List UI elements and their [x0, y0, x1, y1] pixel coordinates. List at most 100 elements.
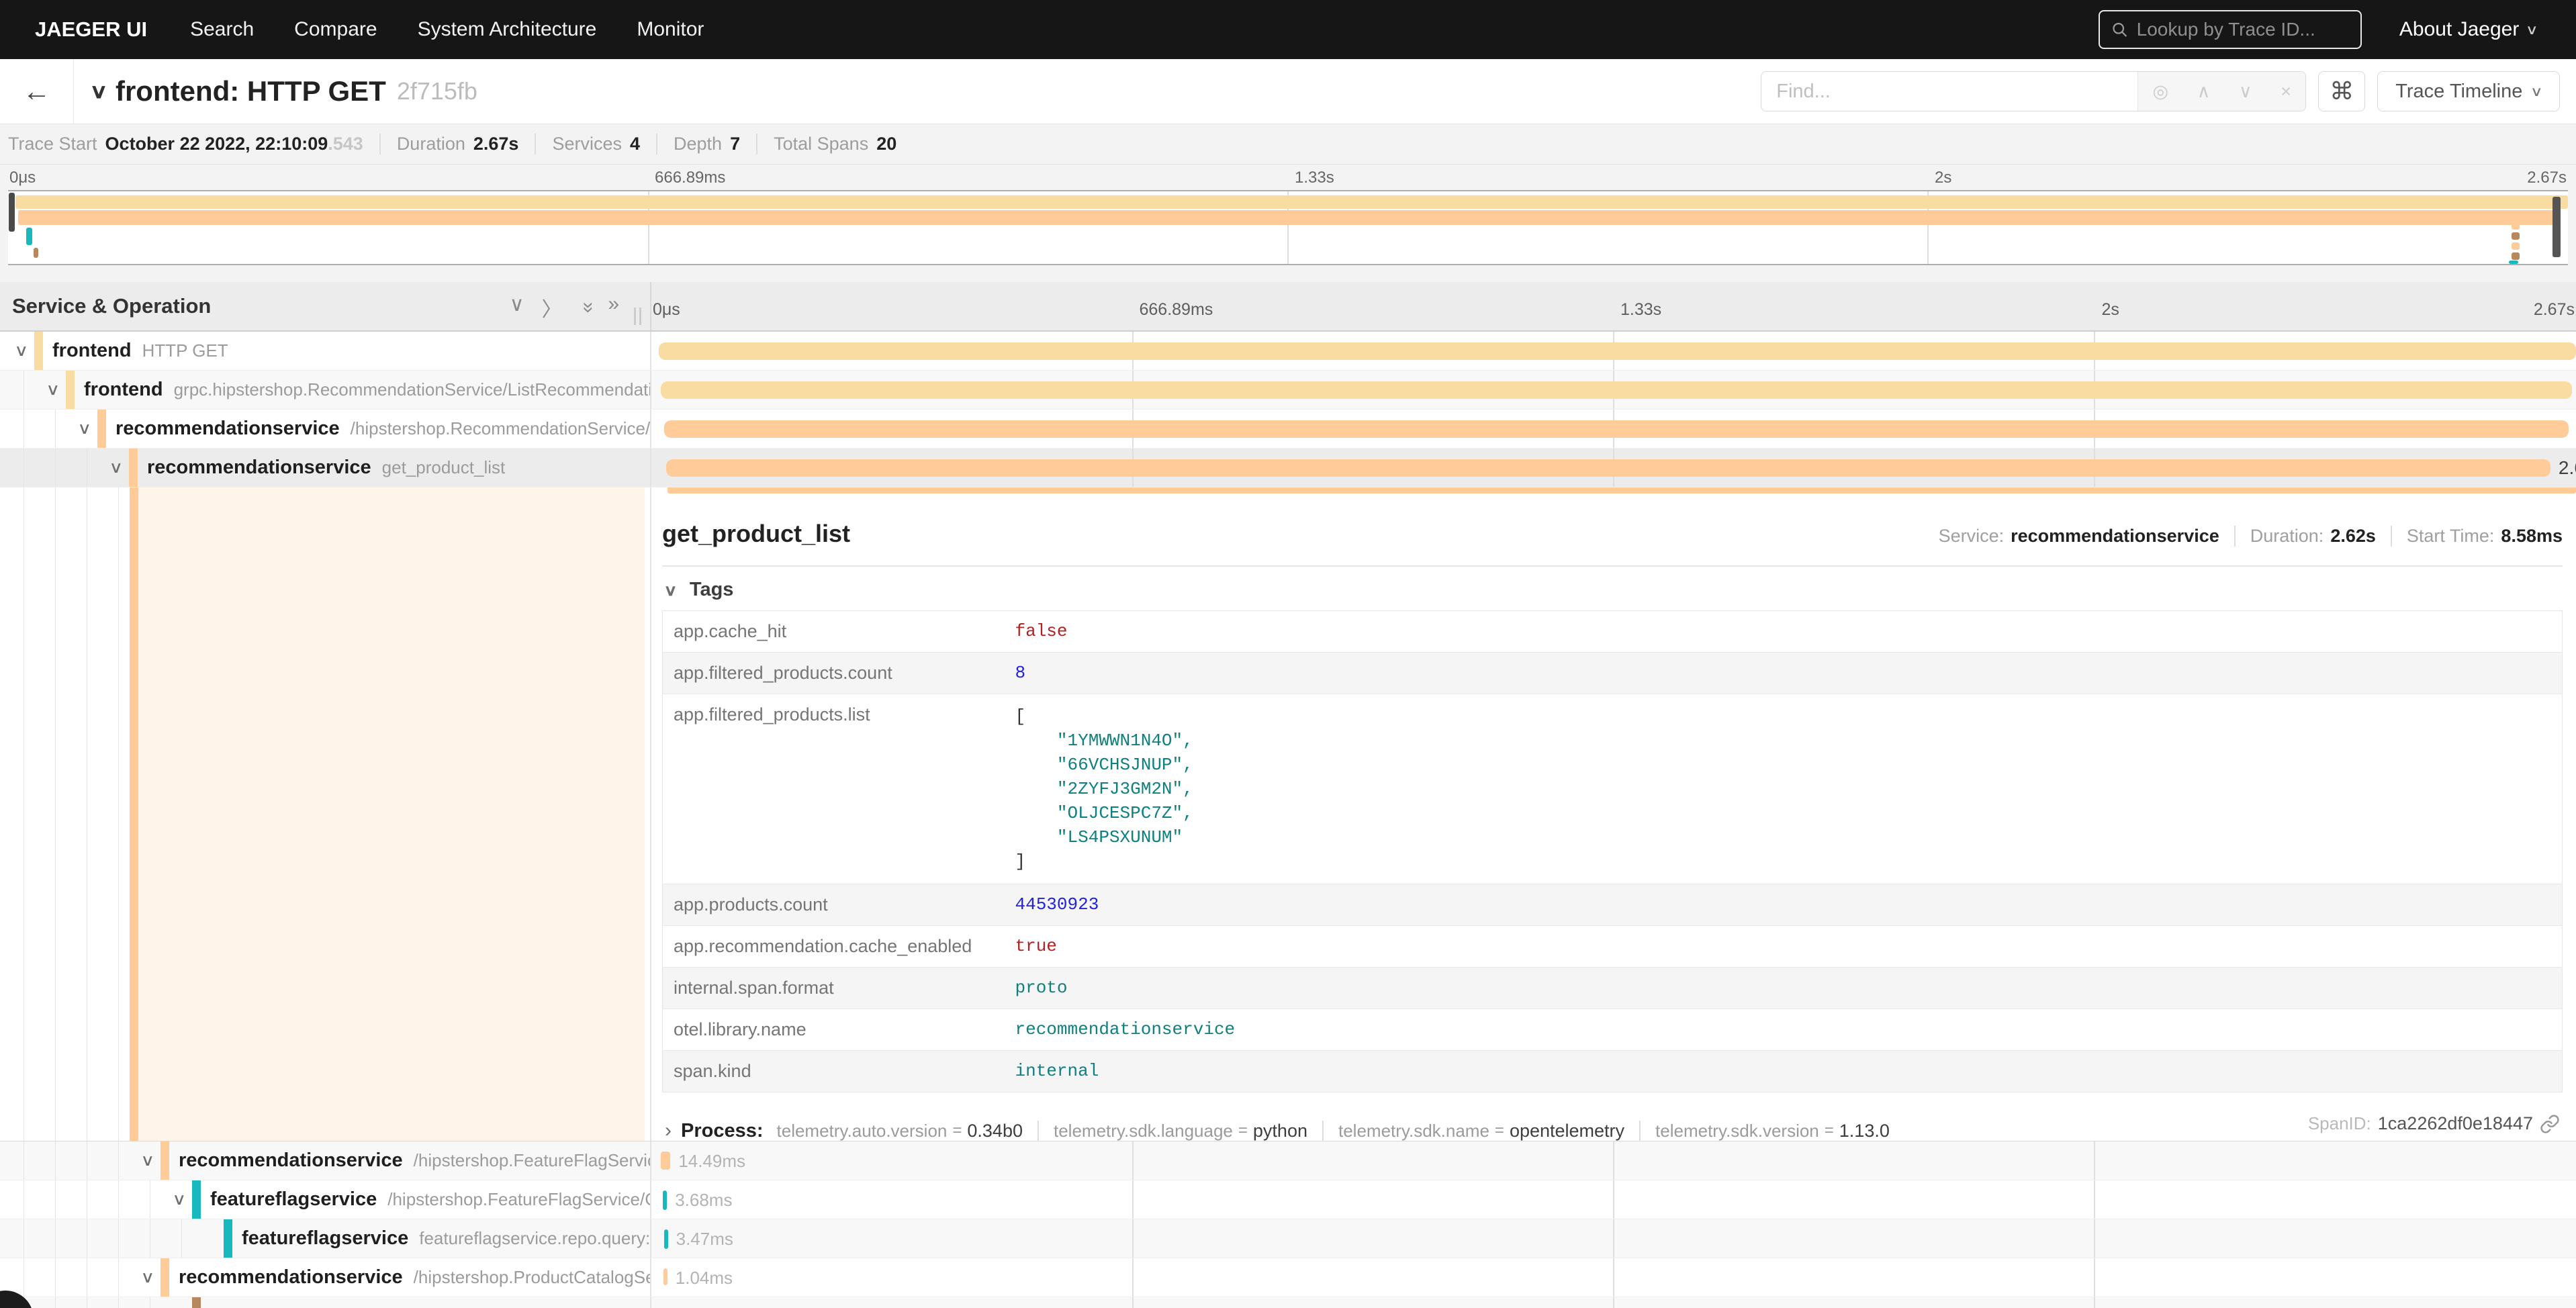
process-section[interactable]: › Process: telemetry.auto.version=0.34b0…: [662, 1119, 2563, 1142]
span-timeline-cell[interactable]: 2.62s: [651, 449, 2576, 487]
trace-id-search-input[interactable]: [2137, 19, 2350, 40]
span-duration-bar[interactable]: [661, 381, 2572, 399]
timeline-minimap[interactable]: [8, 190, 2568, 265]
span-name-cell[interactable]: ∨frontendgrpc.hipstershop.Recommendation…: [0, 371, 651, 409]
span-duration-bar[interactable]: [664, 1229, 668, 1249]
tags-section-toggle[interactable]: ∨ Tags: [665, 579, 2563, 601]
chevron-down-icon[interactable]: ∨: [14, 332, 28, 370]
span-timeline-cell[interactable]: [651, 332, 2576, 370]
span-name-cell[interactable]: ∨recommendationservice/hipstershop.Featu…: [0, 1141, 651, 1180]
span-timeline-cell[interactable]: [651, 1297, 2576, 1308]
about-jaeger-menu[interactable]: About Jaeger ∨: [2399, 18, 2537, 41]
span-row[interactable]: [0, 1297, 2576, 1308]
column-resize-handle[interactable]: [634, 308, 645, 325]
nav-search[interactable]: Search: [170, 18, 274, 41]
process-tag: telemetry.sdk.name=opentelemetry: [1322, 1121, 1624, 1141]
arrow-left-icon: ←: [23, 75, 51, 107]
chevron-down-icon[interactable]: ∨: [109, 449, 123, 487]
span-id-value: 1ca2262df0e18447: [2378, 1113, 2533, 1134]
span-row[interactable]: featureflagservicefeatureflagservice.rep…: [0, 1219, 2576, 1258]
collapse-trace-icon[interactable]: ∨: [89, 80, 107, 103]
span-timeline-cell[interactable]: 3.68ms: [651, 1180, 2576, 1219]
tree-guide-line: [118, 1141, 119, 1180]
timeline-minimap-section: 0μs 666.89ms 1.33s 2s 2.67s: [0, 165, 2576, 282]
span-row[interactable]: ∨recommendationservice/hipstershop.Produ…: [0, 1258, 2576, 1297]
span-name-cell[interactable]: featureflagservicefeatureflagservice.rep…: [0, 1219, 651, 1258]
expand-one-icon[interactable]: 〉: [542, 293, 562, 322]
expand-all-icon[interactable]: »: [608, 293, 619, 322]
span-duration-bar[interactable]: [663, 1268, 668, 1285]
collapse-one-icon[interactable]: ∨: [510, 293, 524, 322]
span-name-cell[interactable]: [0, 1297, 651, 1308]
tag-value: recommendationservice: [1009, 1009, 2563, 1051]
span-name-cell[interactable]: ∨featureflagservice/hipstershop.FeatureF…: [0, 1180, 651, 1219]
span-row[interactable]: ∨featureflagservice/hipstershop.FeatureF…: [0, 1180, 2576, 1219]
stat-total-spans: Total Spans 20: [756, 134, 896, 154]
tree-guide-line: [55, 449, 56, 487]
find-input[interactable]: [1761, 72, 2137, 111]
operation-name: grpc.hipstershop.RecommendationService/L…: [174, 379, 651, 400]
tag-key: otel.library.name: [663, 1009, 1009, 1051]
find-prev-icon[interactable]: ∧: [2197, 81, 2211, 102]
span-timeline-cell[interactable]: 3.47ms: [651, 1219, 2576, 1258]
span-row[interactable]: ∨frontendgrpc.hipstershop.Recommendation…: [0, 371, 2576, 410]
span-name-cell[interactable]: ∨recommendationservice/hipstershop.Recom…: [0, 410, 651, 448]
app-logo[interactable]: JAEGER UI: [35, 17, 147, 42]
span-name-cell[interactable]: ∨recommendationservice/hipstershop.Produ…: [0, 1258, 651, 1297]
keyboard-shortcuts-button[interactable]: ⌘: [2318, 71, 2365, 111]
chevron-down-icon[interactable]: ∨: [77, 410, 91, 448]
span-timeline-cell[interactable]: [651, 410, 2576, 448]
chevron-down-icon[interactable]: ∨: [172, 1180, 186, 1219]
link-icon[interactable]: [2540, 1114, 2560, 1134]
find-controls: ◎ ∧ ∨ ×: [2137, 72, 2305, 111]
span-row[interactable]: ∨recommendationservice/hipstershop.Recom…: [0, 410, 2576, 449]
span-duration-bar[interactable]: [666, 459, 2550, 477]
mm-drag-handle-right[interactable]: [2552, 197, 2561, 257]
json-string: "1YMWWN1N4O",: [1015, 731, 1193, 751]
service-color-bar: [66, 371, 75, 409]
chevron-down-icon[interactable]: ∨: [140, 1258, 154, 1297]
equals-sign: =: [1238, 1121, 1248, 1140]
operation-name: HTTP GET: [142, 340, 228, 361]
tree-guide-line: [118, 487, 119, 1141]
search-icon: [2111, 19, 2129, 40]
mm-drag-handle-left[interactable]: [9, 193, 15, 232]
span-timeline-cell[interactable]: [651, 371, 2576, 409]
tag-key: app.filtered_products.count: [663, 653, 1009, 694]
span-duration-bar[interactable]: [661, 1152, 670, 1170]
span-duration-bar[interactable]: [663, 1190, 667, 1210]
stat-services: Services 4: [535, 134, 640, 154]
span-row-text: featureflagservice/hipstershop.FeatureFl…: [0, 1180, 651, 1219]
find-next-icon[interactable]: ∨: [2239, 81, 2252, 102]
nav-monitor[interactable]: Monitor: [616, 18, 724, 41]
span-row[interactable]: ∨recommendationservice/hipstershop.Featu…: [0, 1141, 2576, 1180]
trace-id-search[interactable]: [2099, 10, 2362, 49]
chevron-down-icon[interactable]: ∨: [46, 371, 60, 409]
tag-row: span.kindinternal: [663, 1051, 2563, 1092]
locate-icon[interactable]: ◎: [2153, 81, 2169, 102]
process-tags: telemetry.auto.version=0.34b0telemetry.s…: [777, 1121, 1890, 1141]
service-color-bar: [192, 1180, 201, 1219]
trace-view-selector[interactable]: Trace Timeline ∨: [2377, 71, 2560, 111]
service-name: frontend: [52, 340, 132, 361]
nav-system-architecture[interactable]: System Architecture: [398, 18, 617, 41]
tree-guide-line: [55, 1141, 56, 1180]
service-color-bar: [224, 1219, 232, 1258]
span-duration-bar[interactable]: [664, 420, 2569, 438]
span-row[interactable]: ∨ frontend HTTP GET: [0, 332, 2576, 371]
collapse-all-icon[interactable]: »: [570, 302, 600, 314]
span-name-cell[interactable]: ∨recommendationserviceget_product_list: [0, 449, 651, 487]
span-name-cell[interactable]: ∨ frontend HTTP GET: [0, 332, 651, 370]
nav-compare[interactable]: Compare: [274, 18, 397, 41]
span-timeline-cell[interactable]: 14.49ms: [651, 1141, 2576, 1180]
span-timeline-cell[interactable]: 1.04ms: [651, 1258, 2576, 1297]
json-string: "LS4PSXUNUM": [1015, 827, 1183, 847]
span-duration-bar[interactable]: [659, 342, 2576, 360]
tag-value-json: [ "1YMWWN1N4O", "66VCHSJNUP", "2ZYFJ3GM2…: [1015, 704, 2556, 874]
clear-find-icon[interactable]: ×: [2281, 81, 2291, 102]
back-button[interactable]: ←: [0, 59, 74, 124]
service-operation-header: Service & Operation ∨ 〉 » »: [0, 282, 651, 330]
chevron-down-icon[interactable]: ∨: [140, 1141, 154, 1180]
tag-key: app.filtered_products.list: [663, 694, 1009, 884]
span-row[interactable]: ∨recommendationserviceget_product_list2.…: [0, 449, 2576, 487]
